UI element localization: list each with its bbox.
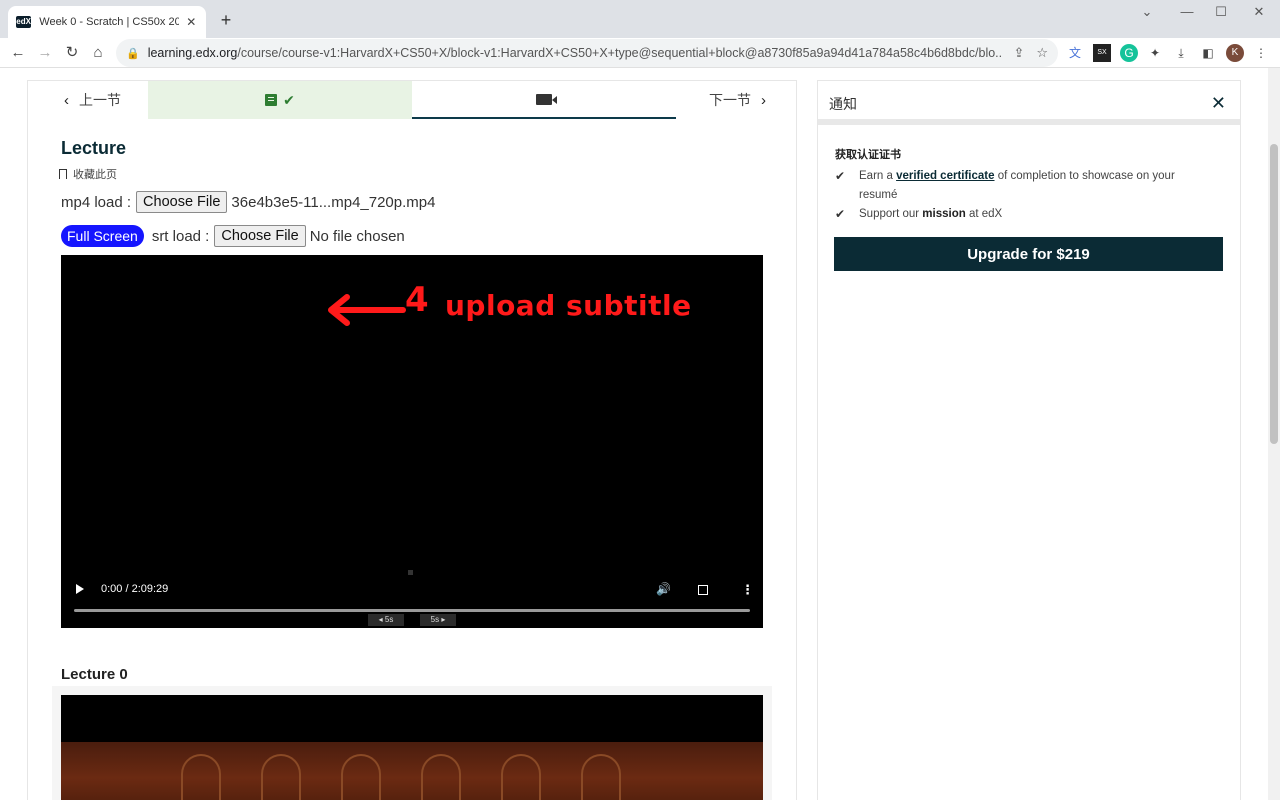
lecture-hall-image (61, 742, 763, 800)
bookmark-label: 收藏此页 (73, 169, 117, 181)
arch-decoration (341, 754, 381, 800)
browser-toolbar: ← → ↻ ⌂ 🔒 learning.edx.org/course/course… (0, 38, 1280, 68)
tab-search-icon[interactable]: ⌄ (1132, 4, 1162, 22)
play-icon[interactable] (76, 584, 84, 594)
mp4-choose-file-button[interactable]: Choose File (136, 191, 228, 213)
lock-icon[interactable]: 🔒 (126, 47, 140, 60)
tab-close-icon[interactable]: ✕ (185, 15, 198, 29)
srt-choose-file-button[interactable]: Choose File (214, 225, 306, 247)
home-icon[interactable]: ⌂ (86, 41, 110, 65)
arch-decoration (421, 754, 461, 800)
arch-decoration (501, 754, 541, 800)
mission-bullet: ✔ Support our mission at edX (835, 205, 1205, 224)
new-tab-button[interactable]: + (216, 10, 236, 30)
next-unit-label: 下一节 (709, 92, 751, 108)
address-bar[interactable]: 🔒 learning.edx.org/course/course-v1:Harv… (116, 39, 1058, 67)
unit-tab-video-active[interactable] (412, 81, 676, 119)
extension-icon[interactable]: SX (1093, 44, 1111, 62)
previous-unit-label: 上一节 (79, 92, 121, 108)
srt-load-label: srt load : (151, 227, 210, 245)
full-screen-button[interactable]: Full Screen (61, 225, 144, 247)
certificate-bullet: ✔ Earn a verified certificate of complet… (835, 169, 1175, 201)
loading-indicator (408, 570, 413, 575)
mp4-load-label: mp4 load : (61, 193, 132, 211)
sidepanel-icon[interactable]: ◧ (1199, 44, 1217, 62)
video-camera-icon (536, 93, 557, 105)
upgrade-button[interactable]: Upgrade for $219 (834, 237, 1223, 271)
bookmark-button[interactable]: 收藏此页 (59, 166, 117, 182)
translate-icon[interactable]: 文 (1066, 44, 1084, 62)
arch-decoration (261, 754, 301, 800)
grammarly-icon[interactable]: G (1120, 44, 1138, 62)
unit-title: Lecture (61, 138, 127, 158)
arch-decoration (181, 754, 221, 800)
menu-icon[interactable]: ⋮ (1252, 44, 1270, 62)
sequence-navigation: ‹ 上一节 ✔ 下一节 › (28, 81, 796, 119)
scrollbar-thumb[interactable] (1270, 144, 1278, 444)
browser-tab[interactable]: edX Week 0 - Scratch | CS50x 2023 ✕ (8, 6, 206, 38)
skip-back-button[interactable]: ◂ 5s (368, 614, 404, 626)
check-icon: ✔ (835, 207, 846, 221)
lecture0-video[interactable] (61, 695, 763, 800)
notifications-panel: 通知 ✕ 获取认证证书 ✔ Earn a verified certificat… (817, 80, 1241, 800)
notifications-header: 通知 ✕ (818, 81, 1240, 125)
video-progress-bar[interactable] (74, 609, 750, 612)
volume-icon[interactable]: 🔊 (656, 582, 671, 596)
back-icon[interactable]: ← (6, 41, 30, 65)
verified-certificate-link[interactable]: verified certificate (896, 170, 994, 182)
download-icon[interactable]: ⤓ (1172, 44, 1190, 62)
fullscreen-icon[interactable] (698, 585, 708, 595)
bookmark-icon (59, 169, 67, 179)
lecture0-title: Lecture 0 (61, 666, 128, 683)
srt-file-name: No file chosen (309, 227, 405, 245)
notifications-title: 通知 (829, 96, 857, 112)
forward-icon[interactable]: → (33, 41, 57, 65)
close-icon[interactable]: ✕ (1211, 93, 1226, 114)
next-unit-button[interactable]: 下一节 › (676, 81, 796, 119)
mp4-load-row: mp4 load : Choose File 36e4b3e5-11...mp4… (61, 191, 435, 213)
url-text[interactable]: learning.edx.org/course/course-v1:Harvar… (148, 46, 1002, 60)
course-content-card: ‹ 上一节 ✔ 下一节 › Lecture 收藏此页 mp4 load : Ch… (27, 80, 797, 800)
book-icon (265, 94, 278, 106)
window-close-icon[interactable]: ✕ (1244, 4, 1274, 22)
certificate-heading: 获取认证证书 (835, 149, 901, 161)
page-content: ‹ 上一节 ✔ 下一节 › Lecture 收藏此页 mp4 load : Ch… (0, 68, 1268, 800)
unit-tab-reading-complete[interactable]: ✔ (148, 81, 412, 119)
chevron-left-icon: ‹ (64, 91, 69, 109)
video-time: 0:00 / 2:09:29 (101, 583, 169, 595)
check-icon: ✔ (835, 169, 846, 183)
mp4-file-name: 36e4b3e5-11...mp4_720p.mp4 (231, 193, 436, 211)
star-icon[interactable]: ☆ (1036, 45, 1048, 61)
reload-icon[interactable]: ↻ (60, 41, 84, 65)
check-icon: ✔ (283, 91, 295, 108)
tab-title: Week 0 - Scratch | CS50x 2023 (39, 16, 179, 28)
annotation-text: upload subtitle (445, 289, 692, 322)
minimize-icon[interactable]: — (1172, 4, 1202, 22)
maximize-icon[interactable]: ☐ (1206, 4, 1236, 22)
chevron-right-icon: › (761, 91, 766, 109)
browser-tabstrip: edX Week 0 - Scratch | CS50x 2023 ✕ + ⌄ … (0, 0, 1280, 38)
puzzle-icon[interactable]: ✦ (1146, 44, 1164, 62)
edx-favicon-icon: edX (16, 16, 32, 28)
annotation-step-number: 4 (405, 280, 429, 320)
arch-decoration (581, 754, 621, 800)
skip-forward-button[interactable]: 5s ▸ (420, 614, 456, 626)
srt-load-row: Full Screen srt load : Choose File No fi… (61, 225, 405, 247)
share-icon[interactable]: ⇪ (1013, 45, 1024, 61)
profile-avatar[interactable]: K (1226, 44, 1244, 62)
more-options-icon[interactable]: ⋮ (741, 582, 754, 598)
previous-unit-button[interactable]: ‹ 上一节 (28, 81, 148, 119)
page-scrollbar[interactable] (1268, 68, 1280, 800)
